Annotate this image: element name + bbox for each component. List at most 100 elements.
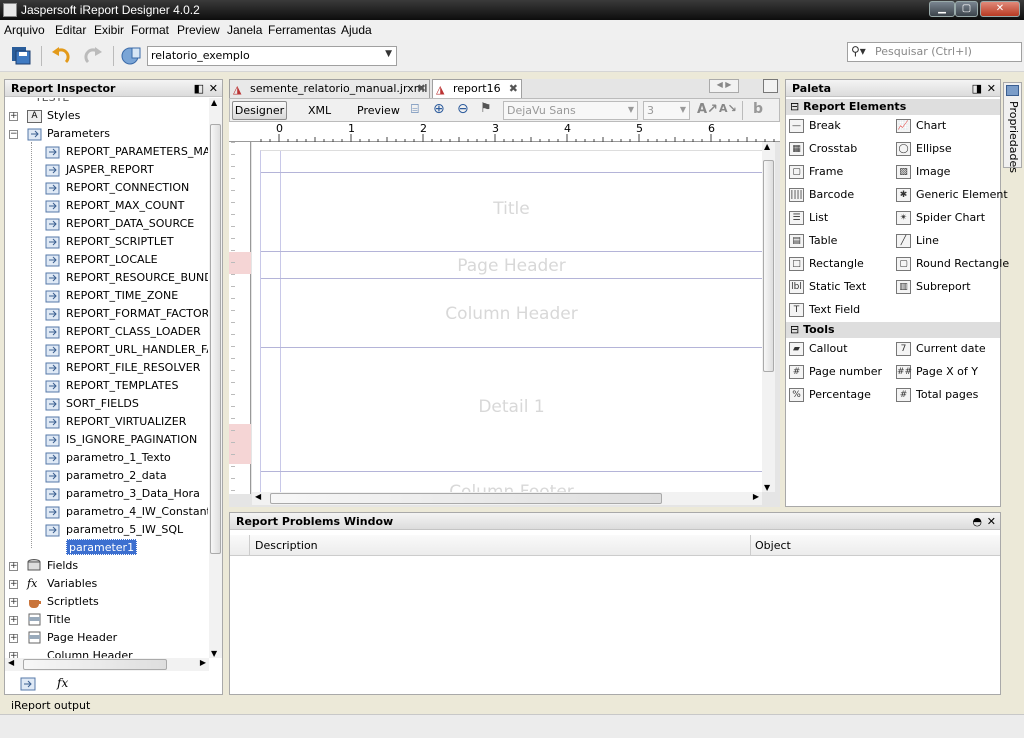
save-all-icon[interactable] bbox=[10, 44, 32, 66]
tab-report16[interactable]: ◮ report16 ✖ bbox=[432, 79, 522, 98]
tree-param-item[interactable]: parametro_3_Data_Hora bbox=[66, 485, 200, 503]
minimize-panel-icon[interactable]: ◓ bbox=[972, 515, 982, 528]
properties-side-tab[interactable]: Propriedades bbox=[1003, 82, 1022, 173]
zoom-out-icon[interactable]: ⊖ bbox=[457, 101, 469, 117]
close-button[interactable]: ✕ bbox=[980, 1, 1020, 17]
menu-preview[interactable]: Preview bbox=[177, 23, 220, 37]
datasource-select[interactable]: relatorio_exemplo ▼ bbox=[147, 46, 397, 66]
menu-ferramentas[interactable]: Ferramentas bbox=[268, 23, 336, 37]
tree-root[interactable]: TESTE bbox=[35, 98, 69, 107]
tree-param-item[interactable]: parametro_2_data bbox=[66, 467, 167, 485]
column-description[interactable]: Description bbox=[255, 539, 318, 552]
increase-font-icon[interactable]: A↗ bbox=[697, 102, 718, 117]
zoom-in-icon[interactable]: ⊕ bbox=[433, 101, 445, 117]
tree-param-item[interactable]: REPORT_RESOURCE_BUNDLE bbox=[66, 269, 208, 287]
tree-styles[interactable]: Styles bbox=[47, 107, 80, 125]
tree-param-item[interactable]: REPORT_FILE_RESOLVER bbox=[66, 359, 200, 377]
scroll-up-icon[interactable]: ▲ bbox=[764, 142, 770, 151]
minimize-panel-icon[interactable]: ◧ bbox=[194, 82, 204, 95]
search-input[interactable]: ⚲▾ Pesquisar (Ctrl+I) bbox=[847, 42, 1022, 62]
inspector-vscroll[interactable]: ▲ ▼ bbox=[209, 98, 222, 658]
close-tab-icon[interactable]: ✖ bbox=[509, 80, 518, 97]
band-detail[interactable]: Detail 1 bbox=[261, 397, 762, 417]
font-select[interactable]: DejaVu Sans ▼ bbox=[503, 101, 638, 120]
expand-icon[interactable]: + bbox=[9, 112, 18, 121]
menu-format[interactable]: Format bbox=[131, 23, 169, 37]
close-tab-icon[interactable]: ✖ bbox=[417, 80, 426, 97]
close-panel-icon[interactable]: ✕ bbox=[209, 82, 218, 95]
column-object[interactable]: Object bbox=[755, 539, 791, 552]
designer-mode-button[interactable]: Designer bbox=[232, 101, 287, 120]
minimize-button[interactable]: ▁ bbox=[929, 1, 955, 17]
tree-param-item[interactable]: parametro_5_IW_SQL bbox=[66, 521, 183, 539]
scroll-left-icon[interactable]: ◀ bbox=[255, 492, 261, 501]
tree-param-item[interactable]: parametro_1_Texto bbox=[66, 449, 171, 467]
bold-icon[interactable]: b bbox=[753, 101, 763, 117]
expand-icon[interactable]: + bbox=[9, 580, 18, 589]
expand-icon[interactable]: + bbox=[9, 598, 18, 607]
menu-ajuda[interactable]: Ajuda bbox=[341, 23, 372, 37]
inspector-hscroll[interactable]: ◀ ▶ bbox=[5, 658, 209, 671]
add-parameter-icon[interactable] bbox=[19, 676, 41, 697]
redo-icon[interactable] bbox=[82, 44, 104, 66]
tree-param-item[interactable]: parametro_4_IW_Constante bbox=[66, 503, 208, 521]
tree-param-item[interactable]: IS_IGNORE_PAGINATION bbox=[66, 431, 197, 449]
tree-param-item[interactable]: REPORT_MAX_COUNT bbox=[66, 197, 184, 215]
section-report-elements[interactable]: ⊟ Report Elements bbox=[786, 99, 1000, 115]
close-panel-icon[interactable]: ✕ bbox=[987, 82, 996, 95]
close-panel-icon[interactable]: ✕ bbox=[987, 515, 996, 528]
collapse-icon[interactable]: ⊟ bbox=[790, 323, 799, 336]
tree-param-item[interactable]: REPORT_SCRIPTLET bbox=[66, 233, 174, 251]
tree-page-header[interactable]: Page Header bbox=[47, 629, 117, 647]
scroll-thumb[interactable] bbox=[210, 124, 221, 554]
scroll-down-icon[interactable]: ▼ bbox=[211, 649, 217, 658]
tab-scroll-icon[interactable]: ◀ ▶ bbox=[709, 79, 739, 93]
minimize-panel-icon[interactable]: ◨ bbox=[972, 82, 982, 95]
canvas-vscroll[interactable]: ▲ ▼ bbox=[762, 142, 775, 492]
tree-column-header[interactable]: Column Header bbox=[47, 647, 133, 658]
scroll-right-icon[interactable]: ▶ bbox=[753, 492, 759, 501]
xml-mode-button[interactable]: XML bbox=[308, 104, 331, 117]
band-title[interactable]: Title bbox=[261, 199, 762, 219]
menu-editar[interactable]: Editar bbox=[55, 23, 86, 37]
tree-param-item[interactable]: JASPER_REPORT bbox=[66, 161, 154, 179]
tree-parameters[interactable]: Parameters bbox=[47, 125, 110, 143]
ireport-output-tab[interactable]: iReport output bbox=[11, 699, 90, 712]
band-page-header[interactable]: Page Header bbox=[261, 256, 762, 276]
menu-janela[interactable]: Janela bbox=[227, 23, 262, 37]
tree-param-item[interactable]: SORT_FIELDS bbox=[66, 395, 139, 413]
scroll-thumb[interactable] bbox=[23, 659, 167, 670]
tree-fields[interactable]: Fields bbox=[47, 557, 78, 575]
tree-param-item[interactable]: REPORT_CLASS_LOADER bbox=[66, 323, 201, 341]
maximize-button[interactable]: ▢ bbox=[955, 1, 978, 17]
scroll-right-icon[interactable]: ▶ bbox=[200, 658, 206, 667]
preview-mode-button[interactable]: Preview bbox=[357, 104, 400, 117]
tree-param-item[interactable]: REPORT_LOCALE bbox=[66, 251, 158, 269]
scroll-thumb[interactable] bbox=[763, 160, 774, 372]
expand-icon[interactable]: + bbox=[9, 634, 18, 643]
scroll-thumb[interactable] bbox=[270, 493, 662, 504]
decrease-font-icon[interactable]: A↘ bbox=[719, 102, 737, 115]
undo-icon[interactable] bbox=[50, 44, 72, 66]
scroll-down-icon[interactable]: ▼ bbox=[764, 483, 770, 492]
tree-param-item[interactable]: REPORT_VIRTUALIZER bbox=[66, 413, 186, 431]
font-size-select[interactable]: 3 ▼ bbox=[643, 101, 690, 120]
tree-param-item[interactable]: REPORT_TEMPLATES bbox=[66, 377, 178, 395]
band-column-footer[interactable]: Column Footer bbox=[261, 482, 762, 492]
collapse-icon[interactable]: − bbox=[9, 130, 18, 139]
tree-variables[interactable]: Variables bbox=[47, 575, 97, 593]
tree-param-item[interactable]: REPORT_TIME_ZONE bbox=[66, 287, 178, 305]
tree-param-item[interactable]: REPORT_FORMAT_FACTORY bbox=[66, 305, 208, 323]
section-tools[interactable]: ⊟ Tools bbox=[786, 322, 1000, 338]
maximize-editor-icon[interactable] bbox=[763, 79, 778, 93]
collapse-icon[interactable]: ⊟ bbox=[790, 100, 799, 113]
tree-param-item[interactable]: REPORT_PARAMETERS_MAP bbox=[66, 143, 208, 161]
scroll-left-icon[interactable]: ◀ bbox=[8, 658, 14, 667]
expand-icon[interactable]: + bbox=[9, 562, 18, 571]
scroll-up-icon[interactable]: ▲ bbox=[211, 98, 217, 107]
band-column-header[interactable]: Column Header bbox=[261, 304, 762, 324]
canvas-hscroll[interactable]: ◀ ▶ bbox=[252, 492, 762, 505]
menu-arquivo[interactable]: Arquivo bbox=[4, 23, 45, 37]
tab-semente[interactable]: ◮ semente_relatorio_manual.jrxml ✖ bbox=[229, 79, 430, 98]
tree-param-item[interactable]: REPORT_URL_HANDLER_FACTORY bbox=[66, 341, 208, 359]
